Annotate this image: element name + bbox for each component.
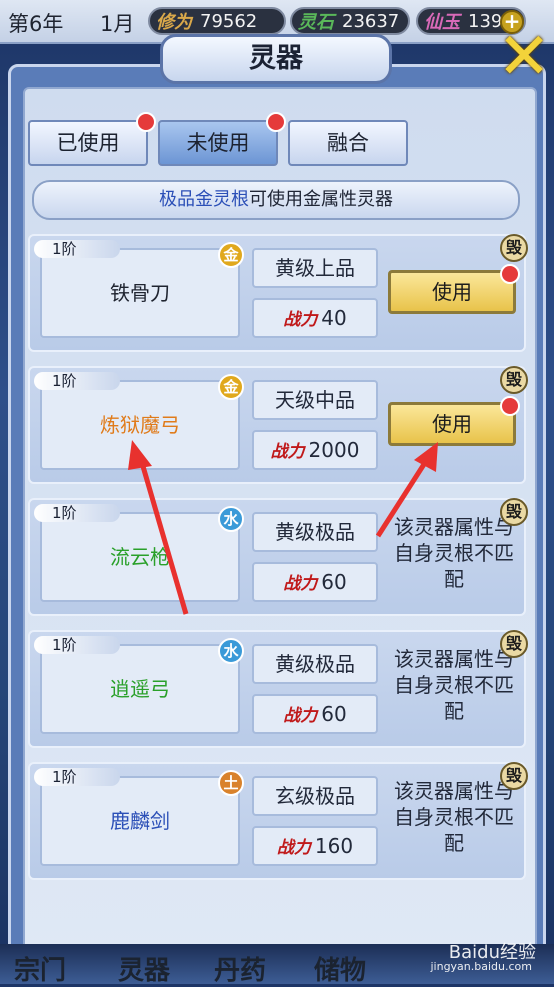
arrow-to-use-button	[375, 456, 431, 538]
arrow-head-right	[414, 442, 438, 472]
nav-pill[interactable]: 丹药	[214, 950, 266, 987]
watermark-url: jingyan.baidu.com	[430, 960, 532, 973]
nav-artifact[interactable]: 灵器	[118, 950, 170, 987]
nav-sect[interactable]: 宗门	[14, 950, 66, 987]
arrow-head-left	[128, 440, 152, 470]
annotation-arrows	[128, 440, 438, 615]
nav-storage[interactable]: 储物	[314, 950, 366, 987]
arrow-to-item-name	[137, 455, 189, 615]
